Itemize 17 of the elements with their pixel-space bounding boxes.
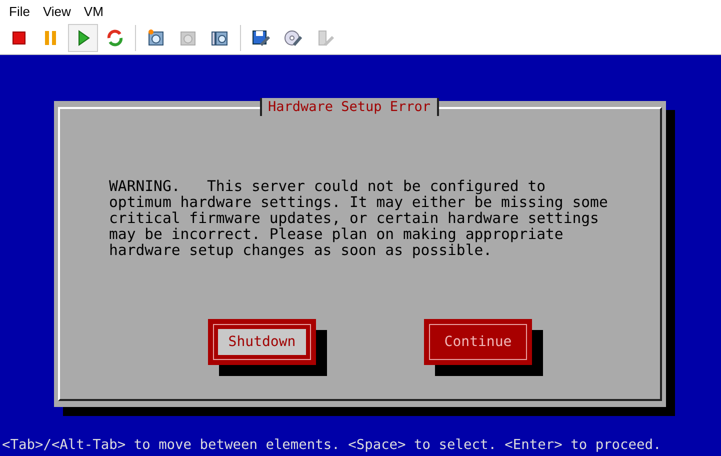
status-bar-text: <Tab>/<Alt-Tab> to move between elements. <Space> to select. <Enter> to proceed. — [2, 437, 662, 453]
dialog-button[interactable]: Shutdown — [208, 319, 316, 365]
menu-item[interactable]: VM — [84, 4, 104, 18]
warning-text: WARNING. This server could not be configured to — [109, 179, 547, 195]
refresh-icon — [105, 28, 125, 48]
camera-icon — [146, 28, 166, 48]
floppy-wrench-icon — [251, 28, 271, 48]
menu-item[interactable]: View — [42, 4, 71, 18]
play-button[interactable] — [68, 24, 98, 52]
warning-text: may be incorrect. Please plan on making appropriate — [109, 227, 564, 243]
dialog-button[interactable]: Continue — [424, 319, 532, 365]
warning-text: hardware setup changes as soon as possible. — [109, 243, 492, 259]
dialog-title: Hardware Setup Error — [260, 98, 439, 116]
disc-wrench-icon — [283, 28, 303, 48]
menu-item[interactable]: File — [9, 4, 30, 18]
warning-text: critical firmware updates, or certain hardware settings — [109, 211, 600, 227]
warning-text: optimum hardware settings. It may either be missing some — [109, 195, 609, 211]
